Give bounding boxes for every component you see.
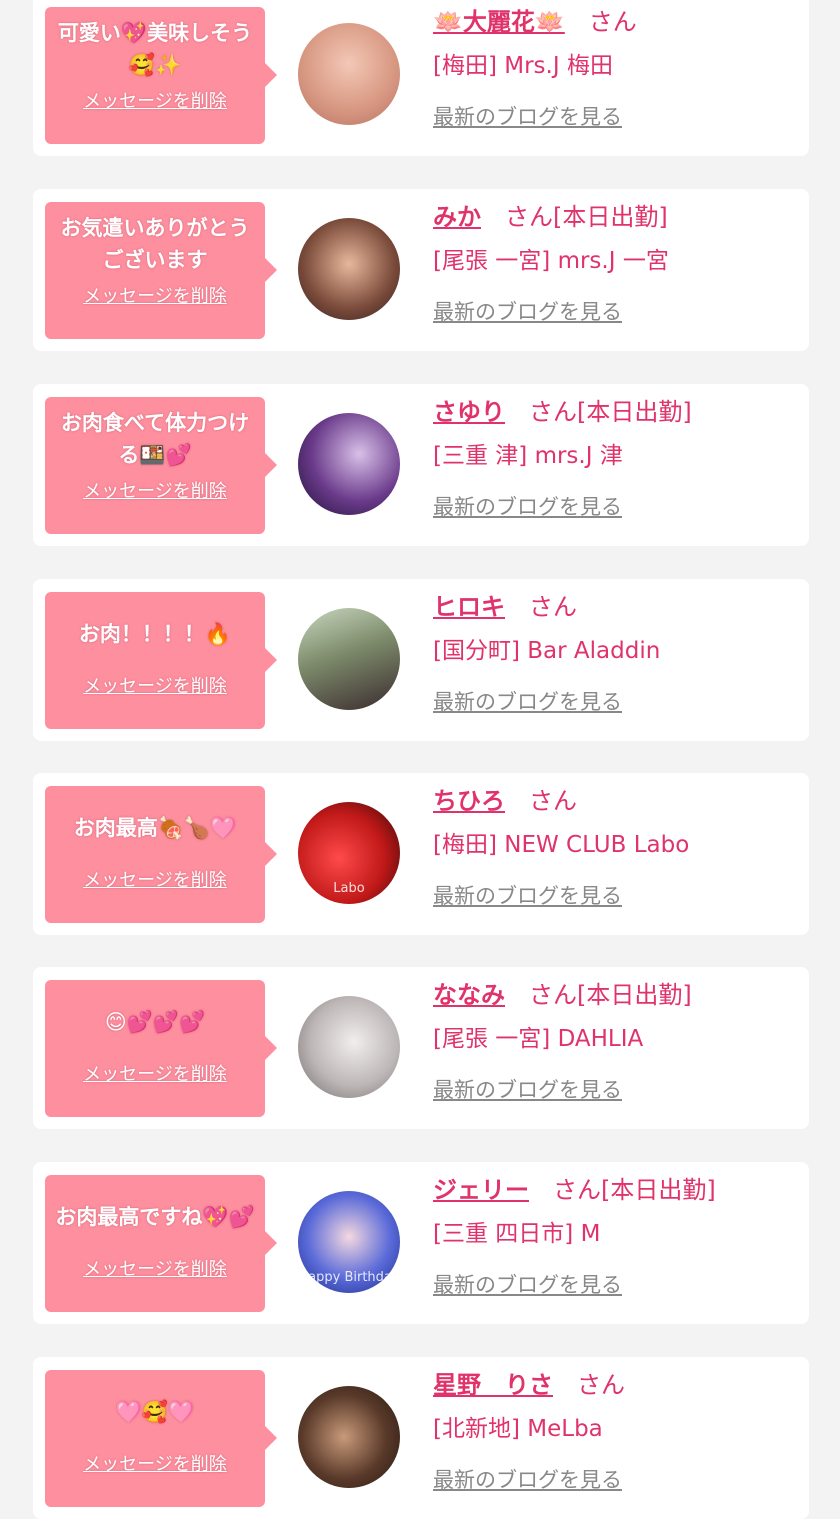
sender-info: ちひろ さん [梅田] NEW CLUB Labo 最新のブログを見る: [433, 783, 799, 910]
message-text: お気遣いありがとうございます: [60, 216, 250, 272]
sender-line: さゆり さん[本日出勤]: [433, 394, 799, 430]
blog-line: 最新のブログを見る: [433, 1464, 799, 1494]
delete-message-link[interactable]: メッセージを削除: [83, 1255, 227, 1281]
sender-line: ななみ さん[本日出勤]: [433, 977, 799, 1013]
user-photo-icon[interactable]: [298, 608, 400, 710]
sender-suffix: さん: [529, 787, 577, 815]
avatar-caption: Labo: [333, 881, 365, 896]
message-text: 🩷🥰🩷: [115, 1400, 195, 1424]
sender-suffix: さん[本日出勤]: [529, 398, 692, 426]
user-photo-icon[interactable]: [298, 218, 400, 320]
shop-name: [三重 津] mrs.J 津: [433, 443, 623, 469]
sender-info: 🪷大麗花🪷 さん [梅田] Mrs.J 梅田 最新のブログを見る: [433, 4, 799, 131]
delete-message-link[interactable]: メッセージを削除: [83, 477, 227, 503]
blog-line: 最新のブログを見る: [433, 1074, 799, 1104]
delete-message-link[interactable]: メッセージを削除: [83, 672, 227, 698]
blog-line: 最新のブログを見る: [433, 101, 799, 131]
user-photo-icon[interactable]: [298, 1386, 400, 1488]
message-text: お肉最高ですね💖💕: [55, 1205, 255, 1229]
message-bubble: お肉最高🍖🍗🩷 メッセージを削除: [45, 786, 277, 923]
delete-message-link[interactable]: メッセージを削除: [83, 1060, 227, 1086]
sender-line: ちひろ さん: [433, 783, 799, 819]
sender-name-link[interactable]: ヒロキ: [433, 593, 505, 621]
message-card: お肉！！！！🔥 メッセージを削除 ヒロキ さん [国分町] Bar Aladdin 最新の…: [33, 579, 809, 741]
shop-name: [国分町] Bar Aladdin: [433, 638, 661, 664]
message-text: お肉！！！！🔥: [78, 622, 232, 646]
latest-blog-link[interactable]: 最新のブログを見る: [433, 1468, 622, 1492]
sender-line: 星野 りさ さん: [433, 1367, 799, 1403]
sender-name-link[interactable]: みか: [433, 203, 481, 231]
message-bubble: 🩷🥰🩷 メッセージを削除: [45, 1370, 277, 1507]
blog-line: 最新のブログを見る: [433, 1269, 799, 1299]
user-photo-icon[interactable]: [298, 23, 400, 125]
message-text: 😊💕💕💕: [104, 1010, 206, 1034]
latest-blog-link[interactable]: 最新のブログを見る: [433, 105, 622, 129]
sender-name-link[interactable]: ジェリー: [433, 1176, 529, 1204]
latest-blog-link[interactable]: 最新のブログを見る: [433, 495, 622, 519]
sender-info: 星野 りさ さん [北新地] MeLba 最新のブログを見る: [433, 1367, 799, 1494]
delete-message-link[interactable]: メッセージを削除: [83, 282, 227, 308]
sender-info: ヒロキ さん [国分町] Bar Aladdin 最新のブログを見る: [433, 589, 799, 716]
user-photo-icon[interactable]: Happy Birthday: [298, 1191, 400, 1293]
message-card: お肉最高ですね💖💕 メッセージを削除 Happy Birthday ジェリー さん[本日…: [33, 1162, 809, 1324]
latest-blog-link[interactable]: 最新のブログを見る: [433, 1078, 622, 1102]
delete-message-link[interactable]: メッセージを削除: [83, 866, 227, 892]
sender-name-link[interactable]: さゆり: [433, 398, 505, 426]
message-bubble: お肉！！！！🔥 メッセージを削除: [45, 592, 277, 729]
sender-name-link[interactable]: ちひろ: [433, 787, 505, 815]
message-list: 可愛い💖美味しそう🥰✨ メッセージを削除 🪷大麗花🪷 さん [梅田] Mrs.J 梅田最…: [0, 0, 840, 1519]
message-text: お肉食べて体力つける🍱💕: [60, 411, 250, 467]
sender-suffix: さん: [577, 1371, 625, 1399]
blog-line: 最新のブログを見る: [433, 880, 799, 910]
message-card: お気遣いありがとうございますメッセージを削除 みか さん[本日出勤] [尾張 一宮] …: [33, 189, 809, 351]
sender-name-link[interactable]: ななみ: [433, 981, 505, 1009]
user-photo-icon[interactable]: [298, 996, 400, 1098]
message-bubble: お肉最高ですね💖💕 メッセージを削除: [45, 1175, 277, 1312]
message-card: 可愛い💖美味しそう🥰✨ メッセージを削除 🪷大麗花🪷 さん [梅田] Mrs.J 梅田最…: [33, 0, 809, 156]
shop-name: [三重 四日市] M: [433, 1221, 601, 1247]
user-photo-icon[interactable]: Labo: [298, 802, 400, 904]
sender-info: ジェリー さん[本日出勤] [三重 四日市] M 最新のブログを見る: [433, 1172, 799, 1299]
message-card: 🩷🥰🩷 メッセージを削除 星野 りさ さん [北新地] MeLba 最新のブログを見る: [33, 1357, 809, 1519]
latest-blog-link[interactable]: 最新のブログを見る: [433, 690, 622, 714]
user-photo-icon[interactable]: [298, 413, 400, 515]
delete-message-link[interactable]: メッセージを削除: [83, 1450, 227, 1476]
blog-line: 最新のブログを見る: [433, 296, 799, 326]
shop-name: [梅田] Mrs.J 梅田: [433, 53, 613, 79]
message-bubble: お肉食べて体力つける🍱💕 メッセージを削除: [45, 397, 277, 534]
message-bubble: 😊💕💕💕 メッセージを削除: [45, 980, 277, 1117]
message-bubble: お気遣いありがとうございますメッセージを削除: [45, 202, 277, 339]
sender-name-link[interactable]: 🪷大麗花🪷: [433, 8, 565, 36]
message-card: お肉食べて体力つける🍱💕 メッセージを削除 さゆり さん[本日出勤] [三重 津] mr…: [33, 384, 809, 546]
latest-blog-link[interactable]: 最新のブログを見る: [433, 300, 622, 324]
sender-info: ななみ さん[本日出勤] [尾張 一宮] DAHLIA 最新のブログを見る: [433, 977, 799, 1104]
sender-suffix: さん[本日出勤]: [529, 981, 692, 1009]
shop-name: [尾張 一宮] mrs.J 一宮: [433, 248, 669, 274]
message-bubble: 可愛い💖美味しそう🥰✨ メッセージを削除: [45, 7, 277, 144]
message-text: 可愛い💖美味しそう🥰✨: [57, 21, 253, 77]
sender-line: 🪷大麗花🪷 さん: [433, 4, 799, 40]
delete-message-link[interactable]: メッセージを削除: [83, 87, 227, 113]
sender-suffix: さん: [529, 593, 577, 621]
sender-name-link[interactable]: 星野 りさ: [433, 1371, 553, 1399]
latest-blog-link[interactable]: 最新のブログを見る: [433, 1273, 622, 1297]
message-card: お肉最高🍖🍗🩷 メッセージを削除 Labo ちひろ さん [梅田] NEW CLUB La…: [33, 773, 809, 935]
sender-suffix: さん[本日出勤]: [505, 203, 668, 231]
sender-suffix: さん: [588, 8, 637, 36]
shop-name: [梅田] NEW CLUB Labo: [433, 832, 690, 858]
avatar-caption: Happy Birthday: [298, 1270, 400, 1285]
sender-line: みか さん[本日出勤]: [433, 199, 799, 235]
sender-suffix: さん[本日出勤]: [553, 1176, 716, 1204]
latest-blog-link[interactable]: 最新のブログを見る: [433, 884, 622, 908]
blog-line: 最新のブログを見る: [433, 686, 799, 716]
message-text: お肉最高🍖🍗🩷: [73, 816, 237, 840]
sender-line: ヒロキ さん: [433, 589, 799, 625]
blog-line: 最新のブログを見る: [433, 491, 799, 521]
shop-name: [尾張 一宮] DAHLIA: [433, 1026, 644, 1052]
sender-line: ジェリー さん[本日出勤]: [433, 1172, 799, 1208]
sender-info: みか さん[本日出勤] [尾張 一宮] mrs.J 一宮 最新のブログを見る: [433, 199, 799, 326]
shop-name: [北新地] MeLba: [433, 1416, 603, 1442]
message-card: 😊💕💕💕 メッセージを削除 ななみ さん[本日出勤] [尾張 一宮] DAHLIA 最新の…: [33, 967, 809, 1129]
sender-info: さゆり さん[本日出勤] [三重 津] mrs.J 津最新のブログを見る: [433, 394, 799, 521]
